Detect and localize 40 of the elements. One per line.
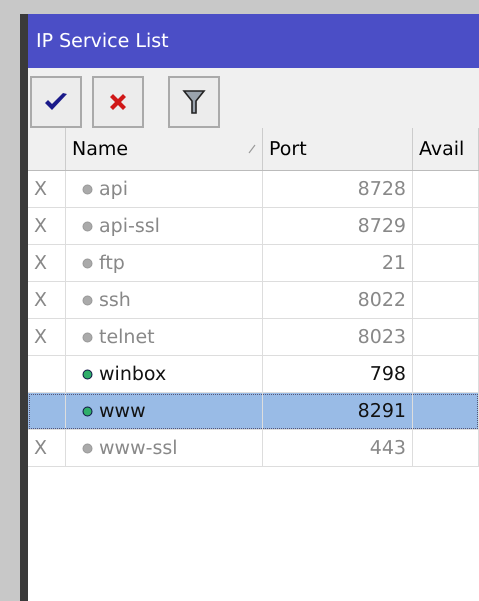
window-title: IP Service List [28, 14, 479, 68]
status-dot-icon [82, 258, 93, 268]
service-name: ssh [99, 289, 131, 311]
service-name: telnet [99, 326, 155, 348]
flag-cell: X [28, 319, 66, 355]
service-name: api [99, 178, 128, 200]
table-cell: 8291 [263, 393, 413, 429]
table-cell: 21 [263, 245, 413, 281]
flag-cell: X [28, 282, 66, 318]
table-cell: 8728 [263, 171, 413, 207]
flag-cell: X [28, 208, 66, 244]
service-name: ftp [99, 252, 125, 274]
filter-icon [182, 88, 206, 116]
sort-icon [248, 144, 256, 154]
flag-cell: X [28, 430, 66, 466]
column-header[interactable]: Name [66, 128, 263, 170]
table-row[interactable]: www 8291 [28, 393, 479, 430]
status-dot-icon [82, 368, 93, 380]
disable-button[interactable] [92, 76, 144, 128]
status-dot-icon [82, 406, 93, 416]
service-name: api-ssl [99, 215, 160, 237]
flag-cell: X [28, 245, 66, 281]
table-cell: 8023 [263, 319, 413, 355]
table-cell: 798 [263, 356, 413, 392]
service-name: www-ssl [99, 437, 178, 459]
column-header[interactable]: Port [263, 128, 413, 170]
table-cell: 443 [263, 430, 413, 466]
service-name: winbox [99, 363, 166, 385]
status-dot-icon [82, 220, 93, 232]
table-cell: 8022 [263, 282, 413, 318]
enable-button[interactable] [30, 76, 82, 128]
status-dot-icon [82, 294, 93, 306]
status-dot-icon [82, 442, 93, 454]
filter-button[interactable] [168, 76, 220, 128]
table-cell: 8729 [263, 208, 413, 244]
status-dot-icon [82, 184, 93, 194]
flag-cell: X [28, 171, 66, 207]
column-header[interactable]: Avail [413, 128, 479, 170]
service-name: www [99, 400, 146, 422]
status-dot-icon [82, 332, 93, 342]
